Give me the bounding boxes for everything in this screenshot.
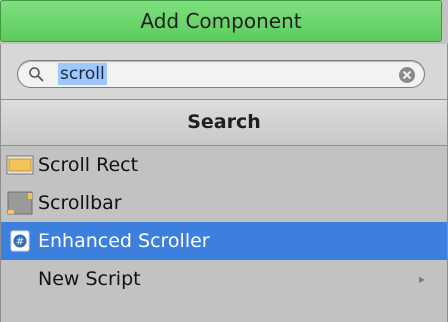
search-bar: scroll — [1, 44, 447, 100]
search-icon — [29, 67, 44, 82]
list-item-label: New Script — [38, 268, 141, 290]
list-item-scrollbar[interactable]: Scrollbar — [1, 184, 447, 222]
list-item-label: Enhanced Scroller — [38, 230, 210, 252]
scrollbar-icon — [7, 191, 33, 215]
list-item-scroll-rect[interactable]: Scroll Rect — [1, 146, 447, 184]
csharp-script-icon: # — [10, 230, 30, 252]
component-list: Scroll Rect Scrollbar # Enhanced Scrolle… — [1, 146, 447, 298]
scroll-rect-icon — [6, 155, 34, 175]
list-item-label: Scrollbar — [38, 192, 122, 214]
clear-search-icon[interactable] — [398, 66, 416, 84]
list-item-new-script[interactable]: New Script ▸ — [1, 260, 447, 298]
search-input[interactable]: scroll — [17, 60, 425, 88]
list-item-enhanced-scroller[interactable]: # Enhanced Scroller — [1, 222, 447, 260]
section-title: Search — [1, 100, 447, 146]
add-component-button[interactable]: Add Component — [0, 0, 442, 42]
search-input-value[interactable]: scroll — [58, 63, 107, 85]
svg-text:#: # — [16, 237, 24, 248]
component-search-panel: scroll Search Scroll Rect Scrollbar # En… — [0, 44, 448, 322]
list-item-label: Scroll Rect — [38, 154, 139, 176]
add-component-popup: Add Component scroll Search Scroll Rect … — [0, 0, 448, 322]
chevron-right-icon: ▸ — [418, 272, 425, 286]
